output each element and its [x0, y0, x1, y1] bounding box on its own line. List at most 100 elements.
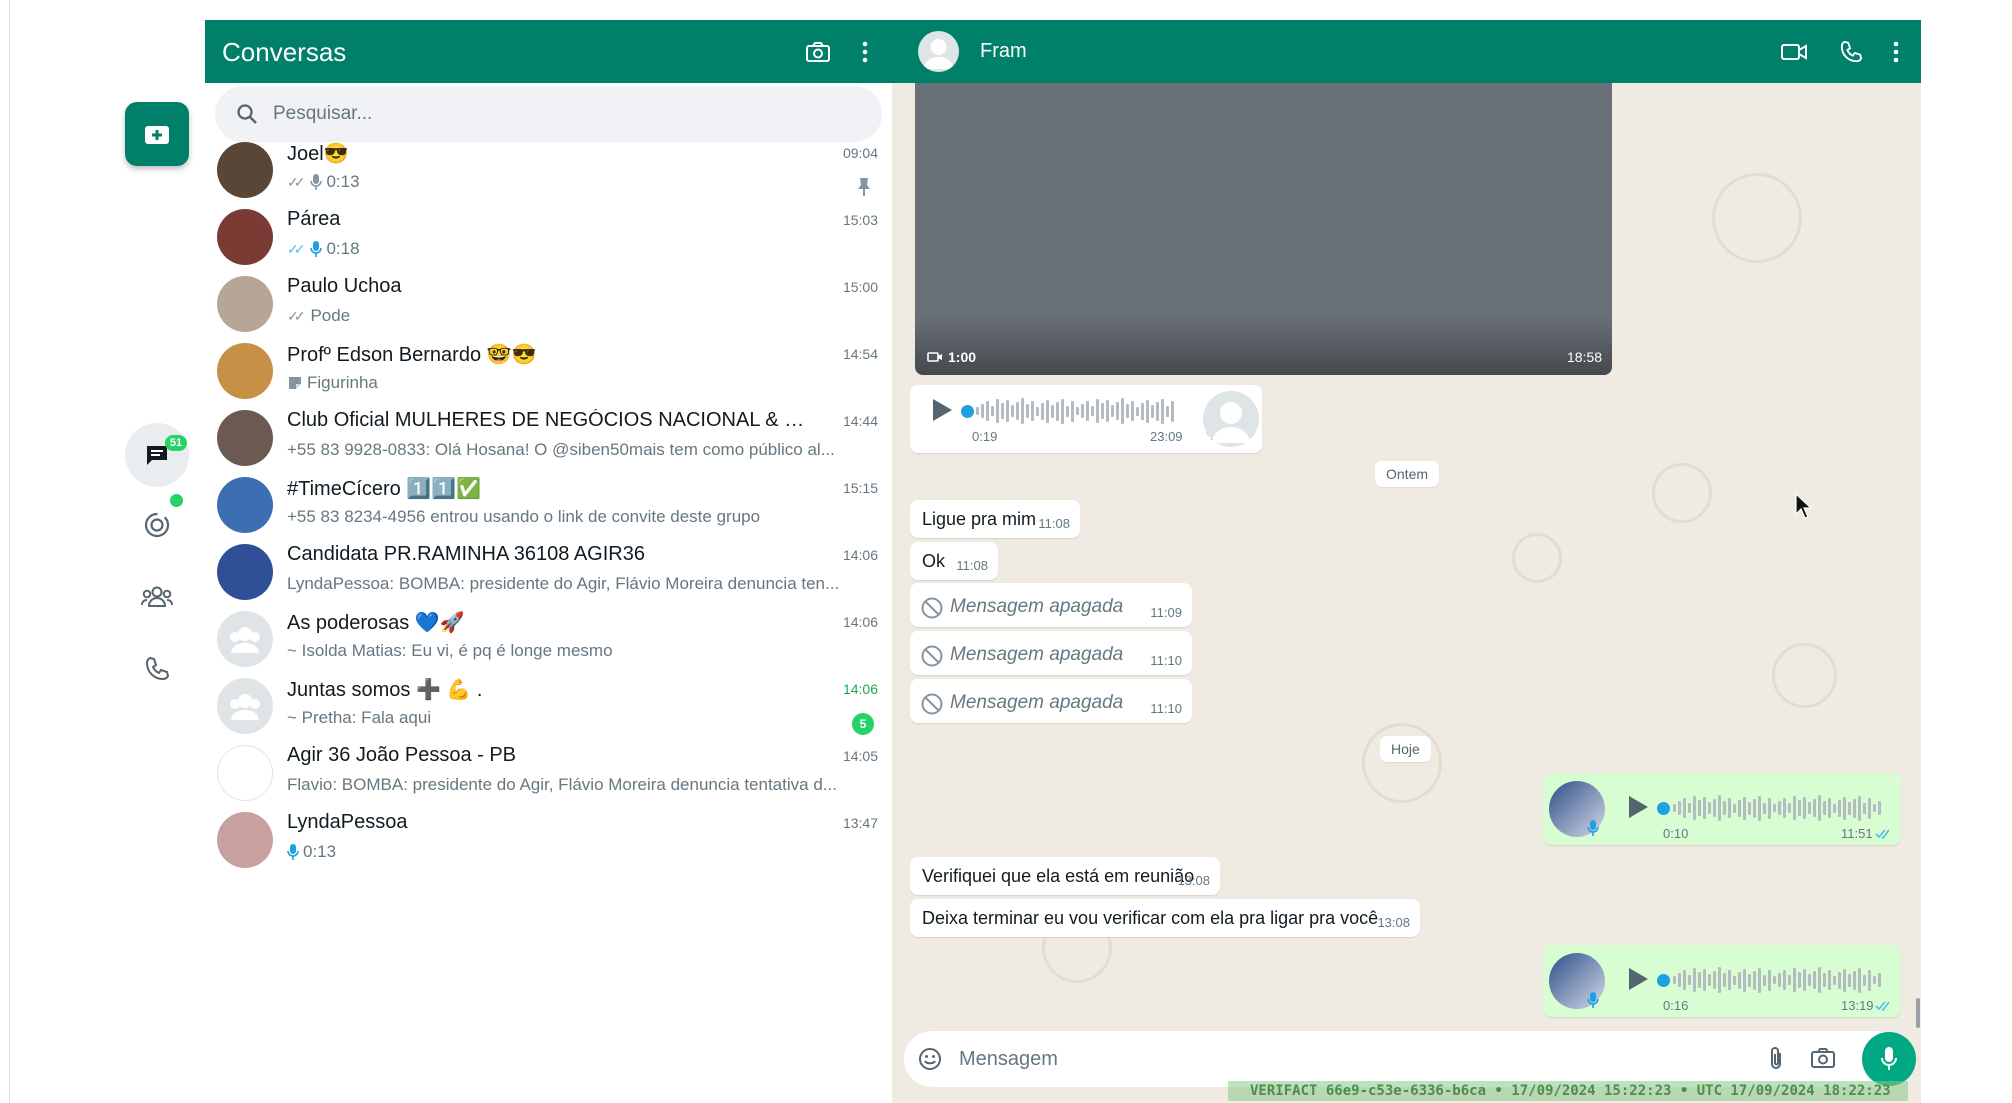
conversation-header[interactable]: Fram	[892, 20, 1921, 83]
chat-avatar[interactable]	[217, 678, 273, 734]
rail-communities-button[interactable]	[138, 580, 176, 614]
mic-icon	[310, 241, 323, 257]
incoming-message[interactable]: Deixa terminar eu vou verificar com ela …	[910, 899, 1420, 937]
waveform-bar	[1693, 796, 1696, 820]
attach-icon[interactable]	[1768, 1046, 1784, 1072]
left-menu-button[interactable]	[849, 36, 881, 68]
camera-icon[interactable]	[1810, 1047, 1836, 1069]
incoming-message[interactable]: Verifiquei que ela está em reunião 13:08	[910, 857, 1220, 895]
play-icon[interactable]	[1622, 964, 1652, 994]
waveform-bar	[1688, 803, 1691, 813]
audio-waveform[interactable]	[1673, 795, 1885, 821]
status-icon	[144, 512, 170, 538]
record-voice-button[interactable]	[1862, 1032, 1916, 1086]
audio-waveform[interactable]	[976, 398, 1176, 424]
conversation-menu-button[interactable]	[1880, 36, 1912, 68]
waveform-bar	[1723, 973, 1726, 987]
waveform-bar	[1863, 974, 1866, 986]
voice-call-button[interactable]	[1835, 36, 1867, 68]
chat-avatar[interactable]	[217, 209, 273, 265]
waveform-bar	[1838, 799, 1841, 817]
chat-preview: Flavio: BOMBA: presidente do Agir, Flávi…	[287, 775, 867, 795]
video-call-button[interactable]	[1778, 36, 1810, 68]
waveform-bar	[1798, 972, 1801, 988]
waveform-bar	[1016, 402, 1019, 420]
group-default-icon	[230, 627, 260, 653]
message-composer	[904, 1031, 1904, 1087]
waveform-bar	[1171, 400, 1174, 422]
waveform-bar	[1688, 975, 1691, 985]
rail-calls-button[interactable]	[140, 652, 174, 686]
waveform-bar	[1873, 976, 1876, 984]
video-call-icon	[1781, 44, 1807, 60]
default-avatar-icon	[923, 39, 954, 69]
waveform-bar	[1131, 401, 1134, 421]
chat-name: Candidata PR.RAMINHA 36108 AGIR36	[287, 543, 645, 565]
message-input[interactable]	[959, 1031, 1759, 1087]
chat-preview-text: Figurinha	[307, 373, 378, 392]
chat-name: As poderosas 💙🚀	[287, 612, 465, 634]
waveform-bar	[1778, 973, 1781, 987]
deleted-message[interactable]: Mensagem apagada 11:10	[910, 631, 1192, 675]
deleted-message[interactable]: Mensagem apagada 11:10	[910, 679, 1192, 723]
waveform-bar	[1066, 405, 1069, 417]
contact-avatar[interactable]	[918, 31, 959, 72]
chat-avatar[interactable]	[217, 812, 273, 868]
chat-list-item[interactable]: LyndaPessoa 13:47 0:13	[205, 797, 892, 883]
chat-avatar[interactable]	[217, 544, 273, 600]
chat-preview-text: +55 83 9928-0833: Olá Hosana! O @siben50…	[287, 440, 835, 459]
audio-progress-dot[interactable]	[1657, 974, 1670, 987]
waveform-bar	[1743, 796, 1746, 820]
chat-preview-text: 0:13	[326, 172, 360, 191]
waveform-bar	[1868, 969, 1871, 991]
play-icon[interactable]	[926, 395, 956, 425]
conversation-area[interactable]: 1:00 18:58 0:19 23:09 Ontem Ligue pra mi…	[892, 83, 1921, 1103]
rail-status-button[interactable]	[140, 508, 174, 542]
waveform-bar	[1718, 967, 1721, 993]
waveform-bar	[1743, 968, 1746, 992]
rail-chats-button[interactable]: 51	[125, 423, 189, 487]
waveform-bar	[1878, 973, 1881, 987]
waveform-bar	[1703, 969, 1706, 991]
chat-avatar[interactable]	[217, 276, 273, 332]
video-message[interactable]: 1:00 18:58	[915, 83, 1612, 375]
mouse-cursor-icon	[1795, 493, 1813, 519]
chat-time: 15:03	[842, 212, 878, 228]
audio-waveform[interactable]	[1673, 967, 1885, 993]
waveform-bar	[1141, 402, 1144, 420]
chat-avatar[interactable]	[217, 343, 273, 399]
waveform-bar	[1808, 802, 1811, 814]
incoming-message[interactable]: Ok 11:08	[910, 542, 998, 580]
deleted-message[interactable]: Mensagem apagada 11:09	[910, 583, 1192, 627]
chat-avatar[interactable]	[217, 745, 273, 801]
phone-icon	[145, 656, 170, 681]
window-edge	[9, 0, 10, 1103]
camera-button[interactable]	[802, 36, 834, 68]
waveform-bar	[1041, 402, 1044, 420]
emoji-icon[interactable]	[918, 1047, 942, 1071]
waveform-bar	[1713, 799, 1716, 817]
message-time: 13:08	[1177, 873, 1210, 888]
waveform-bar	[1703, 797, 1706, 819]
waveform-bar	[1763, 802, 1766, 814]
chat-avatar[interactable]	[217, 410, 273, 466]
chat-avatar[interactable]	[217, 477, 273, 533]
audio-progress-dot[interactable]	[961, 405, 974, 418]
waveform-bar	[1086, 401, 1089, 421]
chat-avatar[interactable]	[217, 611, 273, 667]
scrollbar-thumb[interactable]	[1916, 998, 1920, 1028]
waveform-bar	[1011, 405, 1014, 417]
mic-icon	[310, 174, 323, 190]
audio-progress-dot[interactable]	[1657, 802, 1670, 815]
chat-avatar[interactable]	[217, 142, 273, 198]
chat-time: 15:00	[842, 279, 878, 295]
deleted-text: Mensagem apagada	[950, 692, 1124, 713]
waveform-bar	[1728, 970, 1731, 990]
incoming-message[interactable]: Ligue pra mim 11:08	[910, 500, 1080, 538]
play-icon[interactable]	[1622, 792, 1652, 822]
chat-time: 14:06	[842, 681, 878, 697]
new-chat-button[interactable]	[125, 102, 189, 166]
message-time: 11:08	[956, 558, 988, 573]
waveform-bar	[1021, 398, 1024, 424]
chat-name: #TimeCícero 1️⃣1️⃣✅	[287, 478, 481, 500]
